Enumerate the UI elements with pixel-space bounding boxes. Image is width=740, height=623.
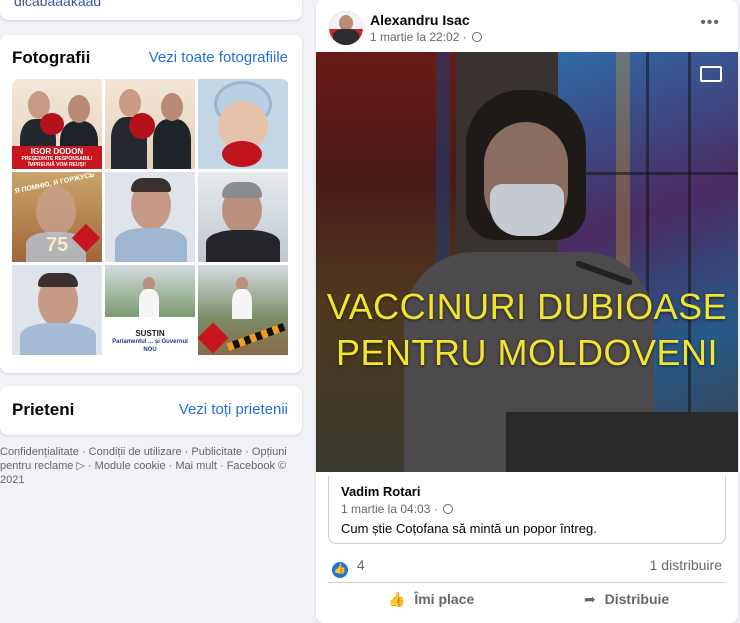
- more-options-icon[interactable]: •••: [700, 14, 720, 32]
- photo-thumbnail[interactable]: [198, 79, 288, 169]
- face-mask: [490, 184, 564, 236]
- like-label: Îmi place: [414, 591, 475, 607]
- photo-thumbnail[interactable]: IGOR DODON PREȘEDINTE RESPONSABIL! ÎMPRE…: [12, 79, 102, 169]
- photo-thumbnail[interactable]: [12, 265, 102, 355]
- shared-time-text: 1 martie la 04:03 ·: [341, 502, 438, 516]
- like-reaction-icon: 👍: [332, 562, 348, 578]
- video-caption: VACCINURI DUBIOASE: [326, 286, 728, 327]
- post-timestamp[interactable]: 1 martie la 22:02 ·: [370, 30, 483, 44]
- shared-author[interactable]: Vadim Rotari: [341, 484, 420, 499]
- like-button[interactable]: 👍 Îmi place: [388, 591, 474, 608]
- reaction-count: 4: [356, 557, 365, 573]
- author-avatar[interactable]: [329, 11, 363, 45]
- globe-icon: [472, 32, 483, 42]
- photos-title: Fotografii: [12, 48, 91, 67]
- video-caption: PENTRU MOLDOVENI: [335, 332, 719, 373]
- share-label: Distribuie: [604, 591, 670, 607]
- photo-caption-line: IGOR DODON: [30, 147, 84, 156]
- post-author[interactable]: Alexandru Isac: [370, 12, 470, 28]
- share-button[interactable]: ➦ Distribuie: [584, 591, 669, 608]
- friends-title: Prieteni: [12, 400, 75, 419]
- photo-caption-line: SUSTIN: [135, 329, 165, 338]
- photo-thumbnail[interactable]: [105, 79, 195, 169]
- thumbs-up-icon: 👍: [388, 591, 406, 607]
- share-arrow-icon: ➦: [584, 591, 596, 607]
- previous-card-link[interactable]: dicabaaakaad: [14, 0, 101, 9]
- shared-post-box[interactable]: Vadim Rotari 1 martie la 04:03 · Cum ști…: [328, 476, 726, 544]
- see-all-photos-link[interactable]: Vezi toate fotografiile: [149, 49, 288, 66]
- post-video[interactable]: VACCINURI DUBIOASE PENTRU MOLDOVENI: [316, 52, 738, 472]
- photo-thumbnail[interactable]: [198, 265, 288, 355]
- photo-thumbnail[interactable]: [105, 172, 195, 262]
- cast-icon[interactable]: [700, 66, 722, 82]
- photos-card: Fotografii Vezi toate fotografiile IGOR …: [0, 35, 302, 373]
- post-time-text: 1 martie la 22:02 ·: [370, 30, 467, 44]
- previous-card: dicabaaakaad: [0, 0, 302, 20]
- photo-caption-line: 75: [46, 234, 69, 256]
- shared-text: Cum știe Coțofana să mintă un popor într…: [341, 521, 597, 536]
- shared-timestamp[interactable]: 1 martie la 04:03 ·: [341, 502, 454, 516]
- friends-card: Prieteni Vezi toți prietenii: [0, 386, 302, 435]
- divider: [328, 582, 726, 583]
- globe-icon: [443, 504, 454, 514]
- photo-caption: SUSTIN Parlamentul ... și Guvernul NOU: [105, 328, 195, 355]
- photo-caption-line: PREȘEDINTE RESPONSABIL! ÎMPREUNĂ VOM REU…: [21, 156, 93, 168]
- reactions-summary[interactable]: 👍 4: [332, 557, 365, 578]
- photo-caption-line: Parlamentul ... și Guvernul NOU: [112, 339, 188, 353]
- post-card: Alexandru Isac 1 martie la 22:02 · ••• V…: [316, 0, 738, 623]
- share-count[interactable]: 1 distribuire: [650, 557, 722, 573]
- photo-thumbnail[interactable]: [198, 172, 288, 262]
- podium: [506, 412, 738, 472]
- photo-thumbnail[interactable]: Я ПОМНЮ, Я ГОРЖУСЬ 75: [12, 172, 102, 262]
- footer-links[interactable]: Confidențialitate · Condiții de utilizar…: [0, 445, 302, 487]
- photo-grid: IGOR DODON PREȘEDINTE RESPONSABIL! ÎMPRE…: [12, 79, 289, 391]
- photo-thumbnail[interactable]: SUSTIN Parlamentul ... și Guvernul NOU: [105, 265, 195, 355]
- photo-caption: IGOR DODON PREȘEDINTE RESPONSABIL! ÎMPRE…: [12, 146, 102, 169]
- see-all-friends-link[interactable]: Vezi toți prietenii: [179, 401, 288, 418]
